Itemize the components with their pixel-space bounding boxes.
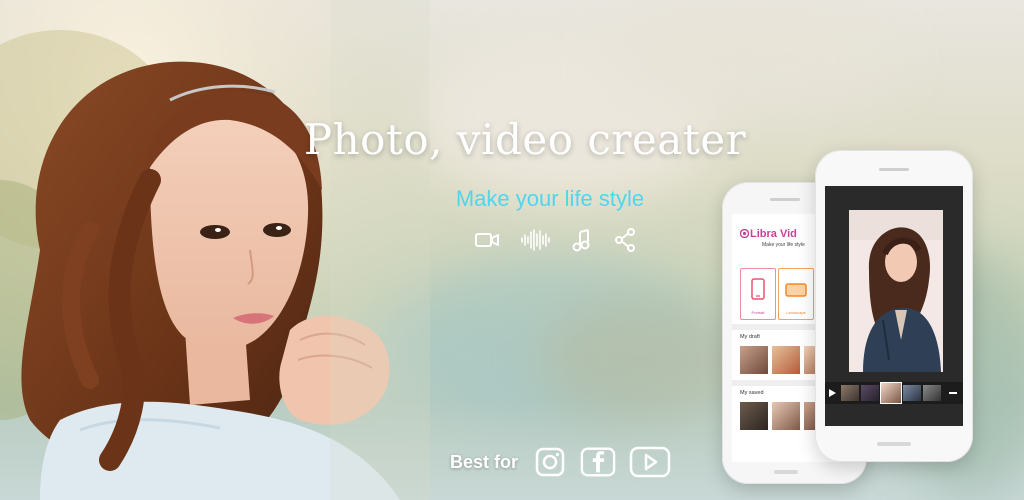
background-blur <box>600 0 900 120</box>
draft-thumbnail[interactable] <box>772 346 800 374</box>
headline: Photo, video creater <box>303 115 747 164</box>
phone-speaker <box>879 168 909 171</box>
timeline-frame[interactable] <box>841 385 859 401</box>
phone-speaker <box>770 198 800 201</box>
video-camera-icon <box>475 233 499 247</box>
app-name: Libra Vid <box>750 228 797 240</box>
draft-thumbnail[interactable] <box>740 346 768 374</box>
audio-waveform-icon <box>521 229 550 251</box>
portrait-phone-icon <box>751 278 765 300</box>
timeline-frame[interactable] <box>923 385 941 401</box>
timeline-strip[interactable] <box>825 382 963 404</box>
my-saved-label: My saved <box>740 390 764 396</box>
feature-icons <box>474 228 636 252</box>
landscape-label: Landscape <box>786 310 806 315</box>
best-for-label: Best for <box>450 451 519 472</box>
timeline-frame[interactable] <box>903 385 921 401</box>
landscape-mode-card[interactable]: Landscape <box>778 268 814 320</box>
timeline-frame[interactable] <box>861 385 879 401</box>
timeline-frame[interactable] <box>880 382 902 404</box>
landscape-phone-icon <box>785 283 807 297</box>
facebook-icon[interactable] <box>580 446 616 478</box>
promo-banner: Photo, video creater Make your life styl… <box>0 0 1024 500</box>
tagline: Make your life style <box>455 186 645 211</box>
play-icon[interactable] <box>829 389 836 397</box>
model-photo <box>0 0 430 500</box>
preview-photo <box>849 210 943 372</box>
portrait-label: Portrait <box>751 310 765 315</box>
instagram-icon[interactable] <box>532 446 568 478</box>
more-icon[interactable] <box>949 392 957 394</box>
phone-mockup-front <box>815 150 973 462</box>
home-indicator <box>877 442 911 446</box>
phone-screen-editor <box>825 186 963 426</box>
app-logo-icon <box>740 229 749 238</box>
music-note-icon <box>572 229 590 252</box>
portrait-mode-card[interactable]: Portrait <box>740 268 776 320</box>
my-draft-label: My draft <box>740 334 760 340</box>
home-indicator <box>774 470 798 474</box>
youtube-icon[interactable] <box>628 446 672 478</box>
best-for-row: Best for <box>450 446 672 478</box>
saved-thumbnail[interactable] <box>740 402 768 430</box>
app-tagline: Make your life style <box>762 242 805 248</box>
saved-thumbnail[interactable] <box>772 402 800 430</box>
background-blur <box>540 300 740 420</box>
share-icon <box>615 228 635 252</box>
